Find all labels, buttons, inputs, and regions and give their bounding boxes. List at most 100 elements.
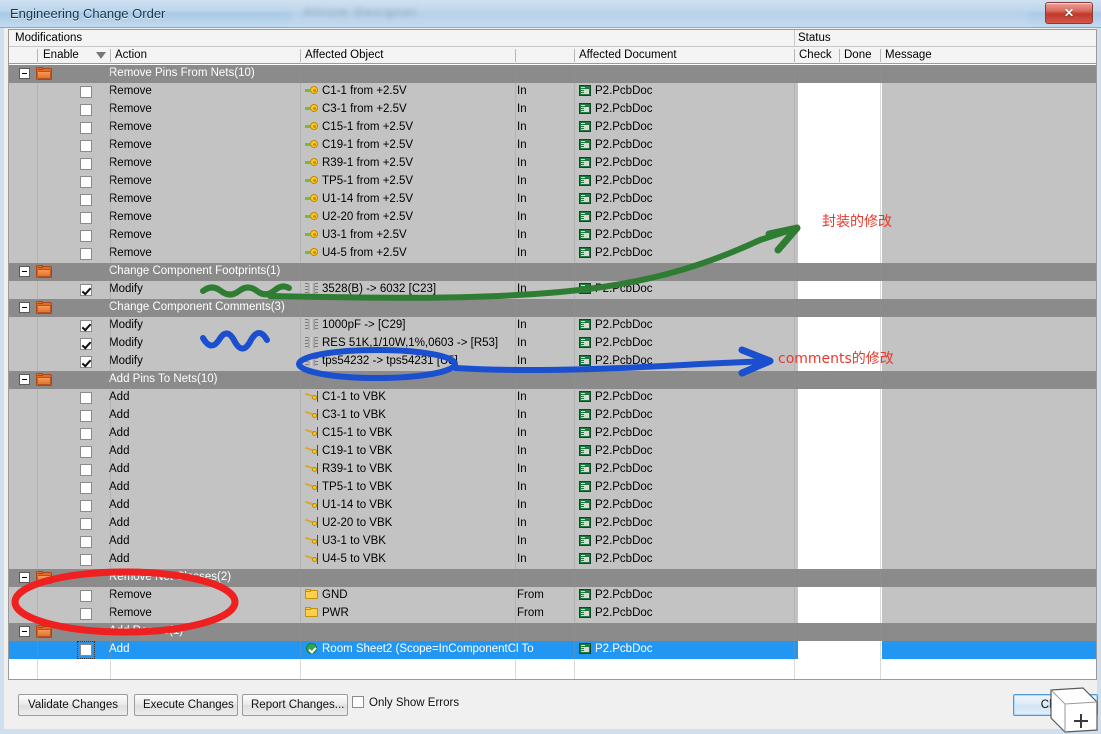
row-enable-checkbox[interactable] — [80, 356, 92, 368]
row-enable-checkbox[interactable] — [80, 140, 92, 152]
table-row[interactable]: Add C19-1 to VBK In P2.PcbDoc — [9, 443, 1096, 461]
table-row[interactable]: Modify tps54232 -> tps54231 [U5] In P2.PcbD… — [9, 353, 1096, 371]
row-direction-cell: From — [517, 589, 544, 601]
column-header-enable[interactable]: Enable — [43, 49, 79, 61]
column-header-message[interactable]: Message — [885, 49, 932, 61]
row-enable-checkbox[interactable] — [80, 284, 92, 296]
table-row[interactable]: Remove PWR From P2.PcbDoc — [9, 605, 1096, 623]
row-enable-checkbox[interactable] — [80, 320, 92, 332]
component-icon — [305, 283, 318, 294]
background-window-title-text: Altium Designer — [304, 5, 419, 19]
table-row[interactable]: Remove C1-1 from +2.5V In P2.PcbDoc — [9, 83, 1096, 101]
table-row[interactable]: Add U2-20 to VBK In P2.PcbDoc — [9, 515, 1096, 533]
row-enable-checkbox[interactable] — [80, 194, 92, 206]
row-enable-checkbox[interactable] — [80, 104, 92, 116]
table-row[interactable]: Add U4-5 to VBK In P2.PcbDoc — [9, 551, 1096, 569]
group-row[interactable]: Change Component Comments(3) — [9, 299, 1096, 317]
table-row[interactable]: Modify RES 51K,1/10W,1%,0603 -> [R53] In P2… — [9, 335, 1096, 353]
table-row[interactable]: Add U1-14 to VBK In P2.PcbDoc — [9, 497, 1096, 515]
row-enable-checkbox[interactable] — [80, 338, 92, 350]
row-enable-checkbox[interactable] — [80, 536, 92, 548]
row-enable-checkbox[interactable] — [80, 518, 92, 530]
row-direction-cell: In — [517, 211, 527, 223]
column-header-check[interactable]: Check — [799, 49, 832, 61]
collapse-expand-icon[interactable] — [19, 68, 30, 79]
table-row[interactable]: Add C3-1 to VBK In P2.PcbDoc — [9, 407, 1096, 425]
collapse-expand-icon[interactable] — [19, 572, 30, 583]
group-row[interactable]: Add Rooms(1) — [9, 623, 1096, 641]
row-enable-checkbox[interactable] — [80, 392, 92, 404]
row-enable-checkbox[interactable] — [77, 641, 95, 659]
validate-changes-button[interactable]: Validate Changes — [18, 694, 128, 716]
column-header-affected-object[interactable]: Affected Object — [305, 49, 383, 61]
column-header-affected-document[interactable]: Affected Document — [579, 49, 677, 61]
collapse-expand-icon[interactable] — [19, 374, 30, 385]
row-enable-checkbox[interactable] — [80, 158, 92, 170]
table-row[interactable]: Remove U3-1 from +2.5V In P2.PcbDoc — [9, 227, 1096, 245]
row-enable-checkbox[interactable] — [80, 248, 92, 260]
sort-indicator-icon[interactable] — [96, 52, 106, 59]
table-row[interactable]: Add U3-1 to VBK In P2.PcbDoc — [9, 533, 1096, 551]
table-row[interactable]: Remove C3-1 from +2.5V In P2.PcbDoc — [9, 101, 1096, 119]
row-enable-checkbox[interactable] — [80, 554, 92, 566]
row-affected-document-cell: P2.PcbDoc — [579, 139, 653, 151]
close-window-button[interactable]: ✕ — [1045, 2, 1093, 24]
row-affected-object-cell: C3-1 to VBK — [304, 409, 386, 421]
table-row[interactable]: Modify 3528(B) -> 6032 [C23] In P2.PcbDoc — [9, 281, 1096, 299]
row-affected-document-cell: P2.PcbDoc — [579, 391, 653, 403]
row-action-cell: Remove — [109, 139, 152, 151]
pcb-document-icon — [579, 355, 591, 366]
collapse-expand-icon[interactable] — [19, 302, 30, 313]
table-row[interactable]: Modify 1000pF -> [C29] In P2.PcbDoc — [9, 317, 1096, 335]
table-row[interactable]: Remove U2-20 from +2.5V In P2.PcbDoc — [9, 209, 1096, 227]
group-row[interactable]: Remove Net Classes(2) — [9, 569, 1096, 587]
pcb-document-icon — [579, 463, 591, 474]
table-row[interactable]: Add R39-1 to VBK In P2.PcbDoc — [9, 461, 1096, 479]
table-row[interactable]: Add C15-1 to VBK In P2.PcbDoc — [9, 425, 1096, 443]
row-enable-checkbox[interactable] — [80, 212, 92, 224]
table-row[interactable]: Remove C19-1 from +2.5V In P2.PcbDoc — [9, 137, 1096, 155]
table-row[interactable]: Remove U4-5 from +2.5V In P2.PcbDoc — [9, 245, 1096, 263]
group-row[interactable]: Add Pins To Nets(10) — [9, 371, 1096, 389]
row-enable-checkbox[interactable] — [80, 464, 92, 476]
table-row[interactable]: Remove U1-14 from +2.5V In P2.PcbDoc — [9, 191, 1096, 209]
collapse-expand-icon[interactable] — [19, 266, 30, 277]
modifications-grid[interactable]: Modifications Status Enable Action Affec… — [8, 29, 1097, 680]
execute-changes-button[interactable]: Execute Changes — [134, 694, 238, 716]
component-icon — [305, 319, 318, 330]
row-enable-checkbox[interactable] — [80, 590, 92, 602]
column-header-done[interactable]: Done — [844, 49, 872, 61]
collapse-expand-icon[interactable] — [19, 626, 30, 637]
row-enable-checkbox[interactable] — [80, 122, 92, 134]
row-enable-checkbox[interactable] — [80, 608, 92, 620]
row-enable-checkbox[interactable] — [80, 482, 92, 494]
add-pin-icon — [304, 409, 318, 420]
row-enable-checkbox[interactable] — [80, 500, 92, 512]
only-show-errors-checkbox-box[interactable] — [352, 696, 364, 708]
row-affected-object-cell: C1-1 from +2.5V — [305, 85, 407, 97]
column-header-action[interactable]: Action — [115, 49, 147, 61]
row-affected-object-cell: R39-1 from +2.5V — [305, 157, 413, 169]
report-changes-button[interactable]: Report Changes... — [242, 694, 348, 716]
pcb-document-icon — [579, 283, 591, 294]
row-enable-checkbox[interactable] — [80, 176, 92, 188]
grid-rows-container[interactable]: Remove Pins From Nets(10) Remove C1-1 from… — [9, 65, 1096, 679]
table-row[interactable]: Add TP5-1 to VBK In P2.PcbDoc — [9, 479, 1096, 497]
table-row[interactable]: Remove R39-1 from +2.5V In P2.PcbDoc — [9, 155, 1096, 173]
row-enable-checkbox[interactable] — [80, 86, 92, 98]
pin-icon — [305, 121, 318, 132]
row-enable-checkbox[interactable] — [80, 410, 92, 422]
table-row[interactable]: Remove TP5-1 from +2.5V In P2.PcbDoc — [9, 173, 1096, 191]
row-action-cell: Add — [109, 427, 130, 439]
row-direction-cell: In — [517, 445, 527, 457]
row-enable-checkbox[interactable] — [80, 446, 92, 458]
row-enable-checkbox[interactable] — [80, 428, 92, 440]
table-row[interactable]: Add Room Sheet2 (Scope=InComponentCl To P2… — [9, 641, 1096, 659]
only-show-errors-checkbox[interactable]: Only Show Errors — [352, 696, 459, 709]
group-row[interactable]: Remove Pins From Nets(10) — [9, 65, 1096, 83]
table-row[interactable]: Add C1-1 to VBK In P2.PcbDoc — [9, 389, 1096, 407]
group-row[interactable]: Change Component Footprints(1) — [9, 263, 1096, 281]
table-row[interactable]: Remove C15-1 from +2.5V In P2.PcbDoc — [9, 119, 1096, 137]
table-row[interactable]: Remove GND From P2.PcbDoc — [9, 587, 1096, 605]
row-enable-checkbox[interactable] — [80, 230, 92, 242]
